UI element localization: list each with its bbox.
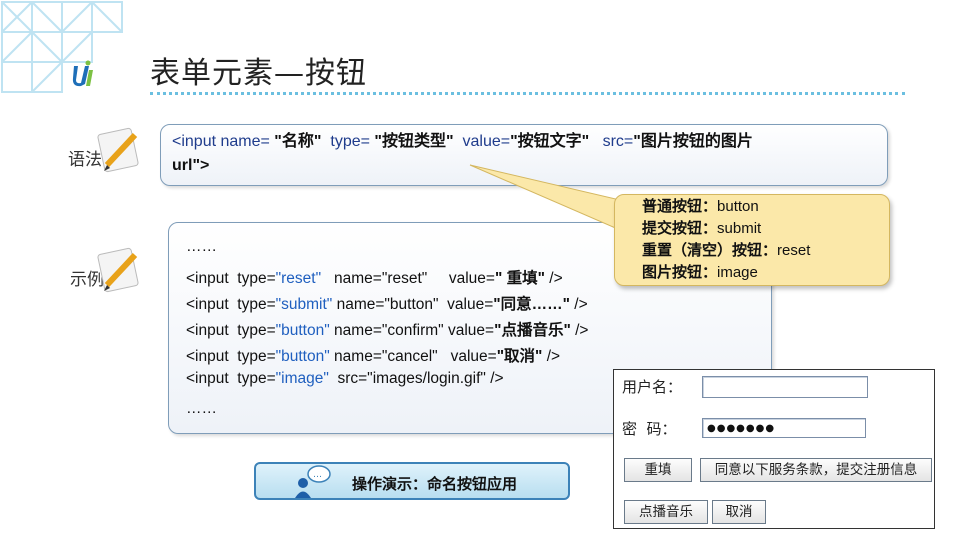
page-title: 表单元素—按钮 bbox=[150, 56, 367, 91]
callout-text: 普通按钮：button 提交按钮：submit 重置（清空）按钮：reset 图… bbox=[642, 196, 810, 284]
example-line: <input type="image" src="images/login.gi… bbox=[186, 370, 504, 387]
password-label: 密 码： bbox=[622, 420, 677, 438]
syntax-line2: url"> bbox=[172, 157, 210, 174]
submit-button[interactable]: 同意以下服务条款，提交注册信息 bbox=[700, 458, 932, 482]
user-chat-icon: … bbox=[295, 465, 331, 498]
syntax-type-value: "按钮类型" bbox=[374, 133, 454, 150]
syntax-name-value: "名称" bbox=[274, 133, 322, 150]
callout-item: 重置（清空）按钮：reset bbox=[642, 242, 811, 259]
example-line: …… bbox=[186, 238, 217, 255]
svg-text:…: … bbox=[313, 470, 322, 480]
play-music-button[interactable]: 点播音乐 bbox=[624, 500, 708, 524]
username-input[interactable] bbox=[702, 376, 868, 398]
syntax-prefix: <input name= bbox=[172, 133, 275, 150]
callout-item: 提交按钮：submit bbox=[642, 220, 762, 237]
pencil-note-icon bbox=[97, 247, 139, 293]
u-logo-icon bbox=[72, 60, 93, 87]
form-preview-panel: 用户名： 密 码： ●●●●●●● 重填 同意以下服务条款，提交注册信息 点播音… bbox=[613, 369, 935, 529]
reset-button[interactable]: 重填 bbox=[624, 458, 692, 482]
example-line: <input type="reset" name="reset" value="… bbox=[186, 270, 563, 287]
username-label: 用户名： bbox=[622, 378, 683, 396]
pencil-note-icon bbox=[97, 127, 139, 173]
demo-button-label: 操作演示：命名按钮应用 bbox=[352, 475, 518, 493]
cancel-button[interactable]: 取消 bbox=[712, 500, 766, 524]
callout-item: 图片按钮：image bbox=[642, 264, 758, 281]
example-line: <input type="button" name="cancel" value… bbox=[186, 348, 561, 365]
example-line: <input type="button" name="confirm" valu… bbox=[186, 322, 589, 339]
password-input[interactable]: ●●●●●●● bbox=[702, 418, 866, 438]
syntax-src-keyword: src= bbox=[589, 133, 634, 150]
title-divider bbox=[150, 92, 905, 95]
syntax-value-keyword: value= bbox=[453, 133, 511, 150]
syntax-type-keyword: type= bbox=[321, 133, 375, 150]
example-line: <input type="submit" name="button" value… bbox=[186, 296, 588, 313]
syntax-src-value: "图片按钮的图片 bbox=[633, 133, 753, 150]
callout-item: 普通按钮：button bbox=[642, 198, 759, 215]
example-line: …… bbox=[186, 400, 217, 417]
syntax-value-value: "按钮文字" bbox=[510, 133, 590, 150]
